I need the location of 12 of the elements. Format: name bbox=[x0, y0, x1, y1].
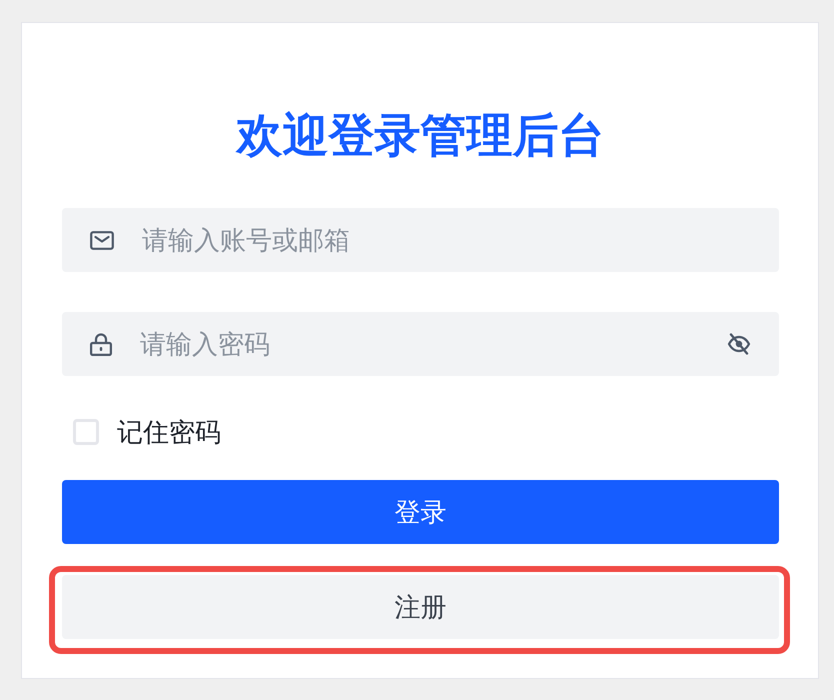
lock-icon bbox=[90, 332, 112, 356]
input-placeholder: 请输入密码 bbox=[140, 328, 271, 360]
input-field[interactable]: 请输入账号或邮箱 bbox=[62, 208, 779, 272]
envelope-icon bbox=[90, 230, 114, 250]
login-button[interactable]: 登录 bbox=[62, 480, 779, 544]
input-placeholder: 请输入账号或邮箱 bbox=[142, 224, 351, 256]
login-title: 欢迎登录管理后台 bbox=[234, 108, 606, 163]
remember-label[interactable]: 记住密码 bbox=[117, 414, 221, 450]
register-button[interactable]: 注册 bbox=[62, 575, 779, 639]
remember-checkbox[interactable] bbox=[73, 419, 99, 445]
input-field[interactable]: 请输入密码 bbox=[62, 312, 779, 376]
eye-slash-icon[interactable] bbox=[727, 333, 751, 355]
